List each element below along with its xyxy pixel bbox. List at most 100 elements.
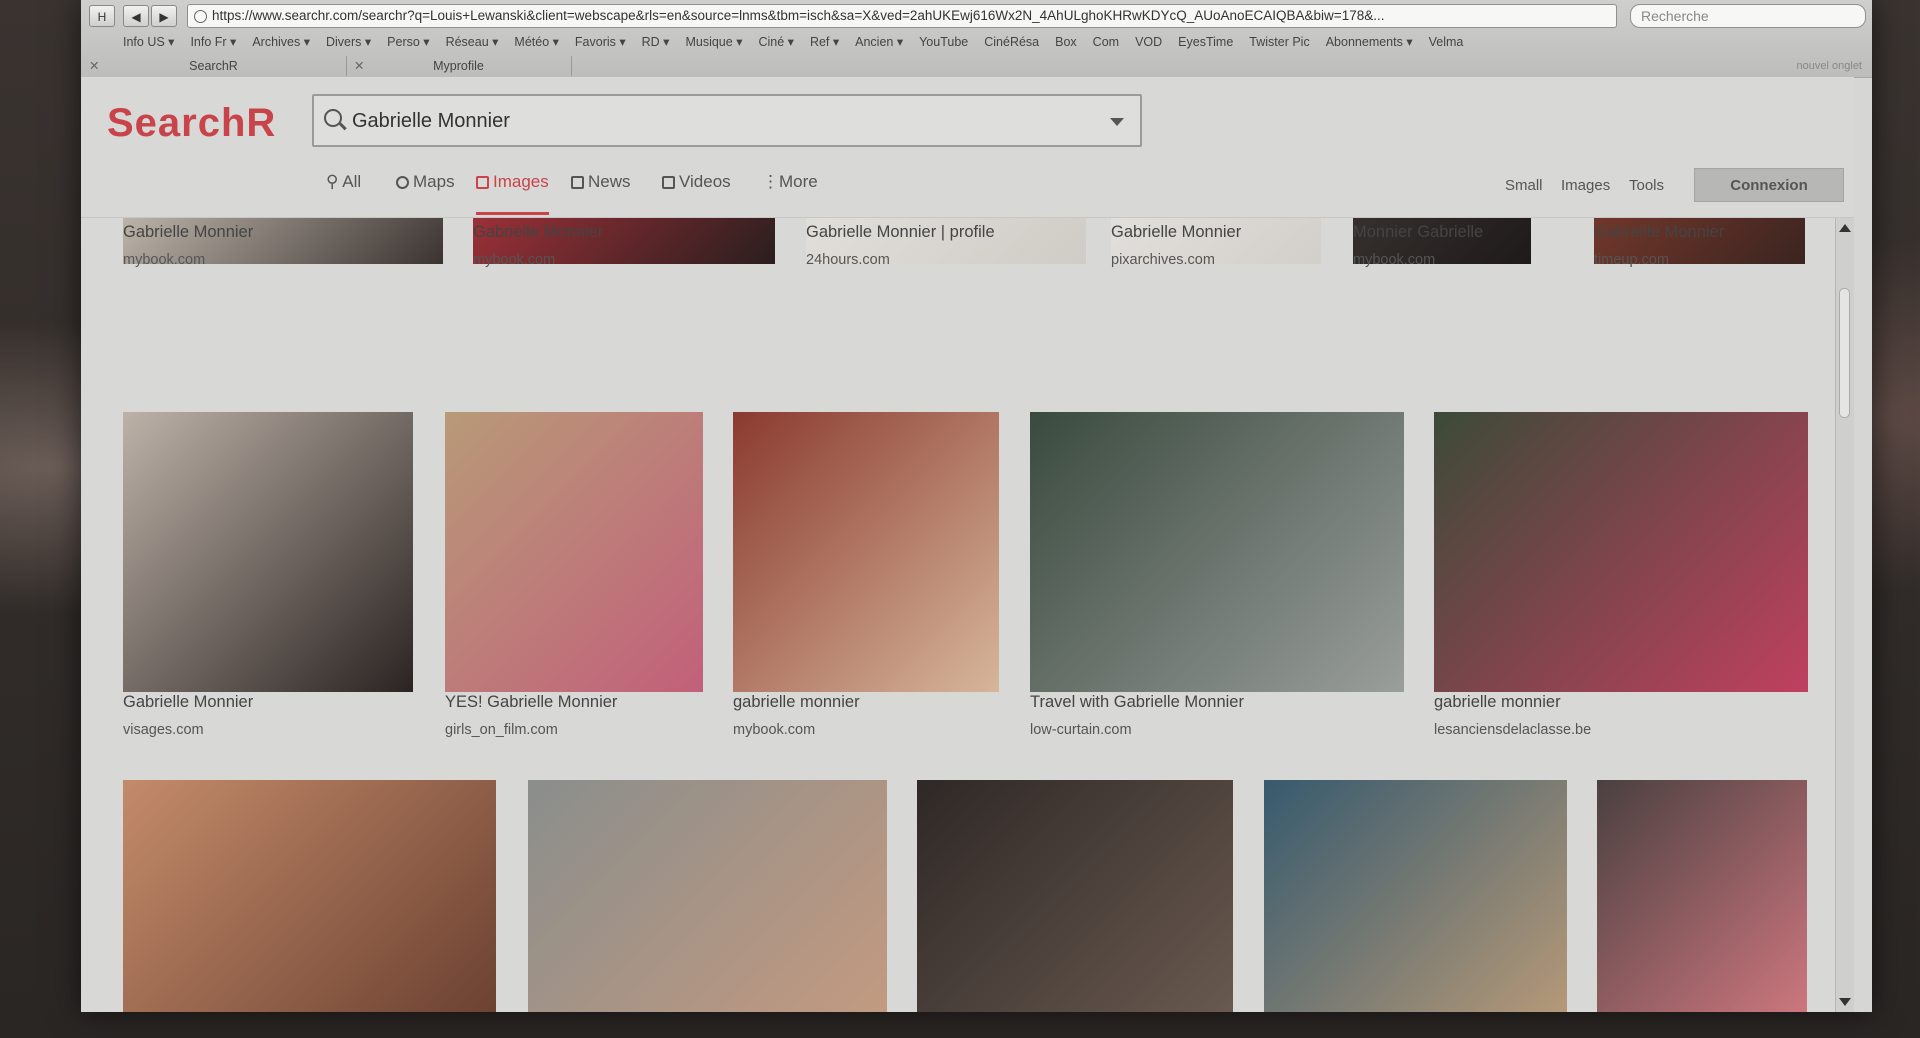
search-icon: ⚲ — [326, 172, 339, 191]
result-thumbnail[interactable] — [123, 412, 413, 692]
result-source[interactable]: mybook.com — [733, 722, 815, 738]
map-icon — [396, 176, 409, 189]
bookmark-item[interactable]: YouTube — [919, 35, 968, 49]
tab-all[interactable]: ⚲ All — [326, 172, 361, 212]
search-input[interactable]: Gabrielle Monnier — [312, 94, 1142, 147]
search-icon — [324, 109, 342, 127]
result-thumbnail[interactable] — [445, 412, 703, 692]
home-button[interactable]: H — [89, 5, 115, 27]
result-title[interactable]: gabrielle monnier — [733, 693, 860, 712]
video-icon — [662, 176, 675, 189]
url-text: https://www.searchr.com/searchr?q=Louis+… — [212, 8, 1385, 23]
search-header: SearchR Gabrielle Monnier ⚲ All Maps Ima… — [81, 77, 1854, 218]
result-source[interactable]: 24hours.com — [806, 252, 890, 268]
result-title[interactable]: Gabrielle Monnier — [473, 223, 603, 242]
bookmark-item[interactable]: RD ▾ — [642, 35, 670, 49]
result-source[interactable]: visages.com — [123, 722, 204, 738]
result-title[interactable]: Gabrielle Monnier — [123, 223, 253, 242]
tab-label: All — [342, 172, 362, 191]
result-title[interactable]: Monnier Gabrielle — [1353, 223, 1483, 242]
tab-label: Myprofile — [433, 59, 484, 73]
bookmark-item[interactable]: Ancien ▾ — [855, 35, 903, 49]
bookmark-item[interactable]: Twister Pic — [1249, 35, 1309, 49]
tab-searchr[interactable]: ✕ SearchR — [81, 56, 347, 76]
more-icon: ⋮ — [762, 172, 779, 191]
bookmark-item[interactable]: Favoris ▾ — [575, 35, 626, 49]
link-images[interactable]: Images — [1561, 177, 1610, 194]
tab-myprofile[interactable]: ✕ Myprofile — [346, 56, 572, 76]
tab-videos[interactable]: Videos — [662, 172, 731, 212]
result-thumbnail[interactable] — [1030, 412, 1404, 692]
result-thumbnail[interactable] — [1264, 780, 1567, 1012]
browser-search-field[interactable]: Recherche — [1630, 4, 1866, 28]
browser-window: H ◀ ▶ https://www.searchr.com/searchr?q=… — [81, 0, 1872, 1012]
tab-news[interactable]: News — [571, 172, 631, 212]
bookmark-item[interactable]: Com — [1093, 35, 1119, 49]
back-button[interactable]: ◀ — [123, 5, 149, 27]
address-bar[interactable]: https://www.searchr.com/searchr?q=Louis+… — [187, 4, 1617, 28]
bookmark-item[interactable]: Météo ▾ — [514, 35, 559, 49]
result-source[interactable]: mybook.com — [473, 252, 555, 268]
scroll-down-icon[interactable] — [1839, 998, 1851, 1006]
scroll-up-icon[interactable] — [1839, 224, 1851, 232]
result-thumbnail[interactable] — [528, 780, 887, 1012]
result-title[interactable]: YES! Gabrielle Monnier — [445, 693, 617, 712]
result-title[interactable]: Gabrielle Monnier — [1594, 223, 1724, 242]
chevron-down-icon[interactable] — [1110, 118, 1124, 126]
bookmark-item[interactable]: Ciné ▾ — [758, 35, 793, 49]
result-source[interactable]: girls_on_film.com — [445, 722, 558, 738]
link-tools[interactable]: Tools — [1629, 177, 1664, 194]
result-source[interactable]: mybook.com — [1353, 252, 1435, 268]
image-icon — [476, 176, 489, 189]
result-thumbnail[interactable] — [1597, 780, 1807, 1012]
bookmark-item[interactable]: Divers ▾ — [326, 35, 371, 49]
result-source[interactable]: lesanciensdelaclasse.be — [1434, 722, 1591, 738]
close-tab-icon[interactable]: ✕ — [89, 56, 99, 76]
result-title[interactable]: Gabrielle Monnier — [123, 693, 253, 712]
bookmark-item[interactable]: CinéRésa — [984, 35, 1039, 49]
forward-button[interactable]: ▶ — [151, 5, 177, 27]
result-title[interactable]: gabrielle monnier — [1434, 693, 1561, 712]
bookmark-item[interactable]: VOD — [1135, 35, 1162, 49]
new-tab-button[interactable]: nouvel onglet — [1797, 56, 1862, 76]
bookmark-item[interactable]: Ref ▾ — [810, 35, 839, 49]
result-thumbnail[interactable] — [733, 412, 999, 692]
tab-maps[interactable]: Maps — [396, 172, 455, 212]
bookmark-item[interactable]: Info US ▾ — [123, 35, 174, 49]
bookmark-item[interactable]: Box — [1055, 35, 1077, 49]
result-thumbnail[interactable] — [1434, 412, 1808, 692]
bookmark-item[interactable]: Musique ▾ — [685, 35, 742, 49]
bookmark-item[interactable]: Réseau ▾ — [446, 35, 499, 49]
bookmark-item[interactable]: Velma — [1429, 35, 1464, 49]
bookmark-item[interactable]: EyesTime — [1178, 35, 1233, 49]
tab-more[interactable]: ⋮More — [762, 172, 818, 212]
connexion-button[interactable]: Connexion — [1694, 168, 1844, 202]
scroll-thumb[interactable] — [1839, 288, 1850, 418]
search-page: SearchR Gabrielle Monnier ⚲ All Maps Ima… — [81, 77, 1854, 1012]
browser-search-placeholder: Recherche — [1641, 8, 1709, 24]
result-title[interactable]: Gabrielle Monnier — [1111, 223, 1241, 242]
tab-images[interactable]: Images — [476, 172, 549, 215]
result-source[interactable]: timeup.com — [1594, 252, 1669, 268]
bookmark-item[interactable]: Perso ▾ — [387, 35, 429, 49]
result-source[interactable]: low-curtain.com — [1030, 722, 1132, 738]
tab-strip: ✕ SearchR ✕ Myprofile nouvel onglet — [81, 56, 1872, 76]
bookmarks-bar: Info US ▾ Info Fr ▾ Archives ▾ Divers ▾ Pers… — [123, 34, 1479, 52]
result-source[interactable]: mybook.com — [123, 252, 205, 268]
result-thumbnail[interactable] — [123, 780, 496, 1012]
bookmark-item[interactable]: Info Fr ▾ — [190, 35, 236, 49]
bookmark-item[interactable]: Archives ▾ — [252, 35, 310, 49]
tab-label: More — [779, 172, 818, 191]
result-source[interactable]: pixarchives.com — [1111, 252, 1215, 268]
result-thumbnail[interactable] — [917, 780, 1233, 1012]
search-query: Gabrielle Monnier — [352, 110, 510, 132]
searchr-logo[interactable]: SearchR — [107, 101, 276, 146]
bookmark-item[interactable]: Abonnements ▾ — [1326, 35, 1413, 49]
tab-label: SearchR — [189, 59, 238, 73]
result-title[interactable]: Gabrielle Monnier | profile — [806, 223, 995, 242]
scrollbar[interactable] — [1835, 218, 1854, 1012]
globe-icon — [194, 10, 207, 23]
close-tab-icon[interactable]: ✕ — [354, 56, 364, 76]
result-title[interactable]: Travel with Gabrielle Monnier — [1030, 693, 1244, 712]
link-small[interactable]: Small — [1505, 177, 1543, 194]
